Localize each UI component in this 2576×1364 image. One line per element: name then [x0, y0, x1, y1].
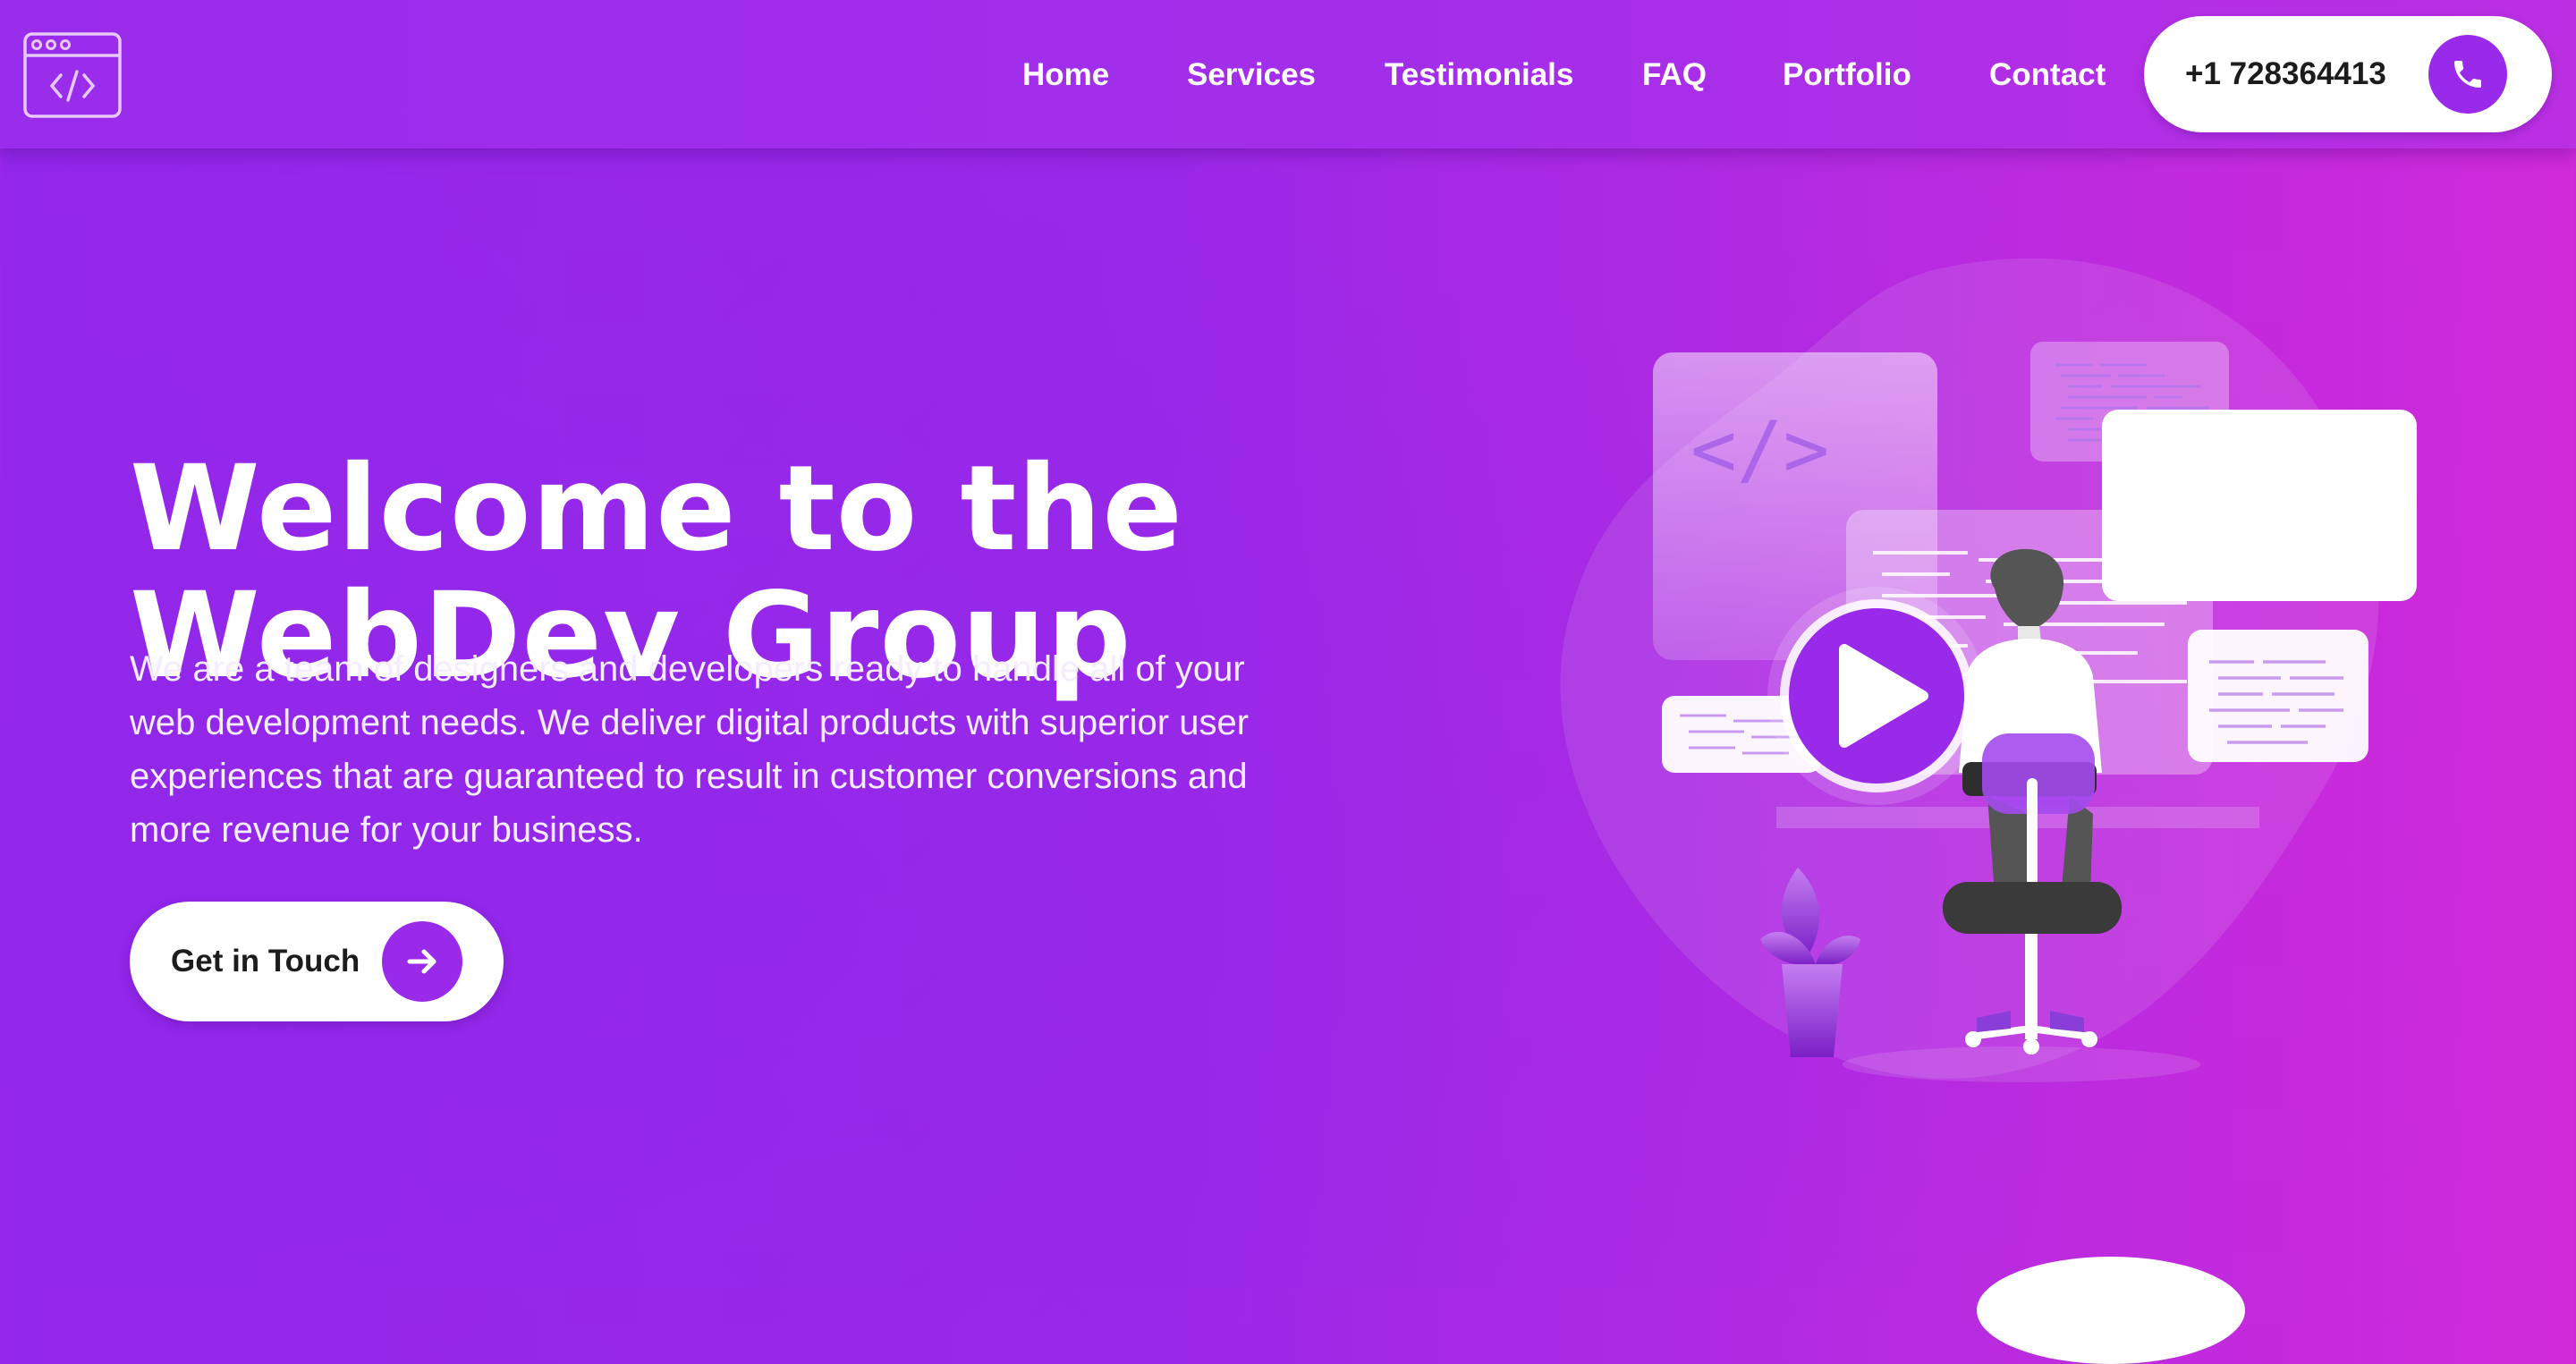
nav-home[interactable]: Home: [1022, 52, 1109, 98]
hero-title-line-1: Welcome to the: [130, 440, 1183, 579]
developer-illustration: </>: [1560, 258, 2417, 1082]
arrow-right-icon: [407, 949, 436, 974]
site-header: Home Services Testimonials FAQ Portfolio…: [0, 0, 2576, 148]
phone-icon-circle: [2428, 35, 2507, 114]
floor-shadow: [1843, 1046, 2200, 1082]
nav-contact[interactable]: Contact: [1989, 52, 2106, 98]
nav-faq[interactable]: FAQ: [1642, 52, 1707, 98]
phone-icon: [2454, 61, 2481, 88]
get-in-touch-label: Get in Touch: [171, 944, 360, 979]
arrow-circle: [382, 921, 462, 1002]
hero-description: We are a team of designers and developer…: [130, 649, 1250, 850]
code-symbol: </>: [1690, 405, 1829, 495]
bottom-white-shape: [1977, 1257, 2245, 1364]
nav-services[interactable]: Services: [1187, 52, 1316, 98]
nav-testimonials[interactable]: Testimonials: [1385, 52, 1573, 98]
phone-number: +1 728364413: [2185, 56, 2386, 91]
nav-portfolio[interactable]: Portfolio: [1783, 52, 1911, 98]
phone-button[interactable]: +1 728364413: [2144, 16, 2552, 132]
get-in-touch-button[interactable]: Get in Touch: [130, 902, 504, 1021]
